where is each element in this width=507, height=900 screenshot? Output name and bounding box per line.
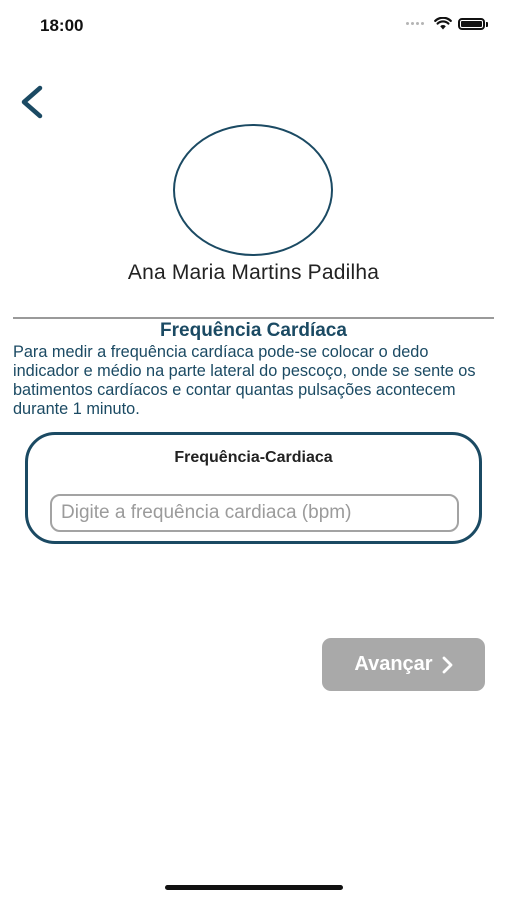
status-bar: 18:00 [0, 0, 507, 52]
cellular-signal-icon [406, 22, 424, 25]
chevron-right-icon [442, 656, 452, 673]
heart-rate-label: Frequência-Cardiaca [174, 449, 333, 466]
section-title: Frequência Cardíaca [160, 320, 347, 341]
heart-rate-card: Frequência-Cardiaca [25, 432, 482, 544]
heart-rate-input[interactable] [50, 494, 459, 532]
status-icons [406, 17, 488, 30]
back-button[interactable] [14, 80, 54, 124]
next-button[interactable]: Avançar [322, 638, 485, 691]
next-button-label: Avançar [354, 653, 433, 675]
divider [13, 317, 494, 319]
section-description: Para medir a frequência cardíaca pode-se… [13, 343, 476, 418]
status-time: 18:00 [40, 16, 84, 35]
battery-icon [458, 17, 488, 30]
wifi-icon [434, 17, 452, 30]
chevron-left-icon [21, 85, 43, 119]
home-indicator[interactable] [165, 885, 343, 890]
avatar[interactable] [173, 124, 333, 256]
user-name: Ana Maria Martins Padilha [127, 261, 380, 284]
